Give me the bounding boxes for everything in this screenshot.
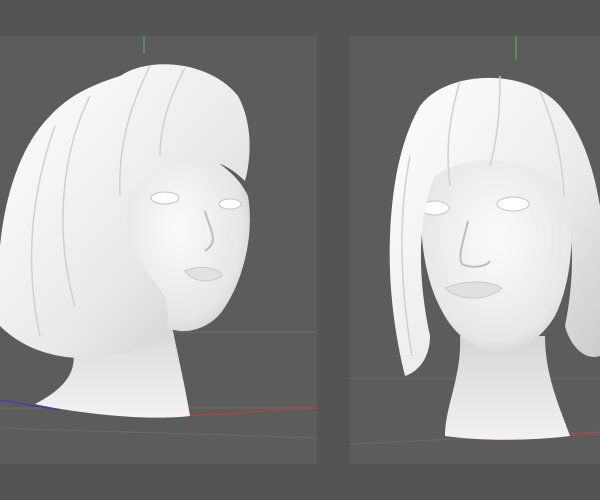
right-viewport[interactable] xyxy=(350,36,600,464)
right-neck xyxy=(445,336,570,440)
right-face xyxy=(420,147,572,351)
left-viewport-canvas[interactable] xyxy=(0,36,317,464)
viewport-divider[interactable] xyxy=(317,0,350,500)
axis-x-line xyxy=(184,407,317,417)
right-eye-2 xyxy=(496,196,530,212)
top-frame xyxy=(0,0,600,36)
bottom-frame xyxy=(0,464,600,500)
left-eye-2 xyxy=(218,198,242,210)
right-viewport-canvas[interactable] xyxy=(350,36,600,464)
left-viewport[interactable] xyxy=(0,36,317,464)
left-eye-1 xyxy=(150,191,180,205)
